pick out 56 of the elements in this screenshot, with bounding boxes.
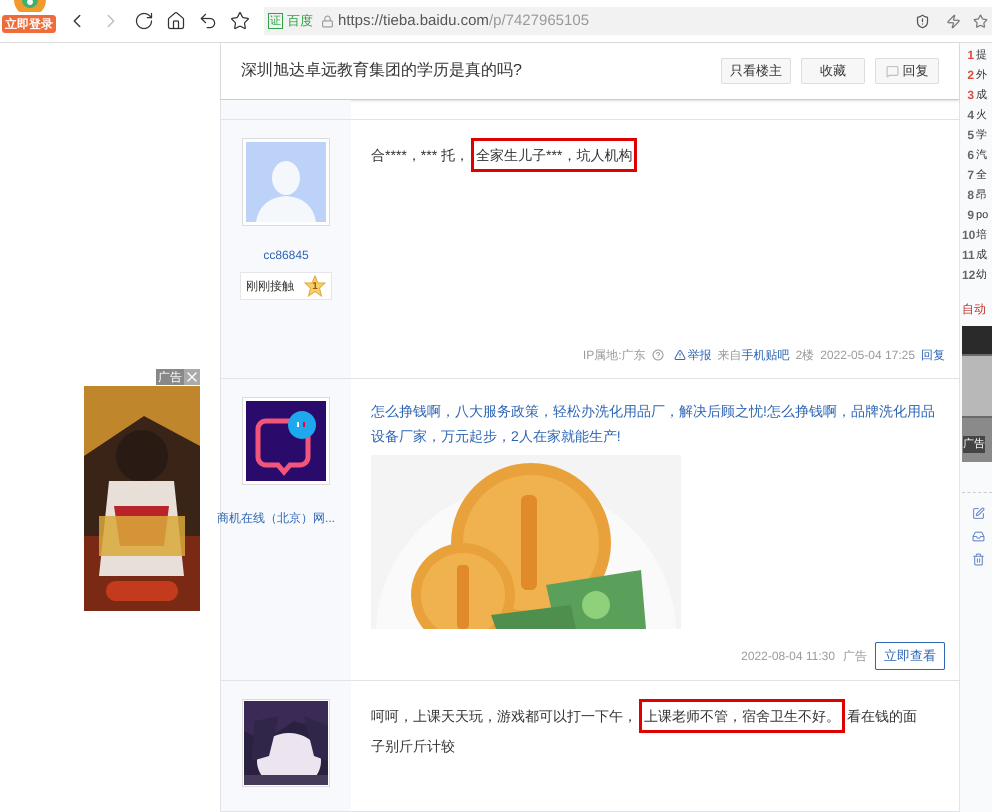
thread-button[interactable]: 只看楼主 [721, 58, 791, 84]
hot-topic-item[interactable]: 6 汽 [962, 146, 992, 164]
username-link[interactable]: cc86845 [263, 246, 309, 264]
help-icon[interactable] [652, 349, 664, 361]
source-text: 来自手机贴吧 [718, 347, 790, 364]
ip-location: IP属地:广东 [582, 347, 646, 364]
reload-icon[interactable] [134, 11, 154, 31]
hot-topic-item[interactable]: 5 学 [962, 126, 992, 144]
thread-title: 深圳旭达卓远教育集团的学历是真的吗? [241, 60, 523, 81]
username-link[interactable]: 商机在线（北京）网... [216, 509, 335, 527]
reply-button[interactable]: 回复 [875, 58, 939, 84]
inbox-icon[interactable] [972, 530, 985, 543]
post-time: 2022-08-04 11:30 [741, 648, 835, 665]
ad-label: 广告 [963, 436, 985, 452]
cert-badge: 证 [268, 13, 283, 29]
hot-topic-item[interactable]: 4 火 [962, 106, 992, 124]
auto-label: 自动 [962, 301, 987, 318]
ad-label: 广告 [156, 369, 184, 385]
hot-topic-item[interactable]: 3 成 [962, 86, 992, 104]
level-number: 1 [312, 280, 318, 294]
floor-number: 2楼 [796, 347, 814, 364]
ad-label: 广告 [843, 648, 867, 665]
comment-icon [886, 64, 898, 78]
hot-topic-item[interactable]: 1 提 [962, 46, 992, 64]
edit-icon[interactable] [972, 507, 985, 520]
hot-topic-item[interactable]: 8 昂 [962, 186, 992, 204]
shield-icon[interactable] [915, 14, 930, 28]
chat-logo-icon [246, 401, 326, 481]
undo-icon[interactable] [198, 11, 218, 31]
hot-topic-item[interactable]: 10培 [962, 226, 992, 244]
home-icon[interactable] [166, 11, 186, 31]
hot-topic-item[interactable]: 9 po [962, 206, 992, 224]
view-now-button[interactable]: 立即查看 [875, 642, 945, 670]
report-link[interactable]: 举报 [674, 346, 712, 364]
hot-topic-item[interactable]: 12幼 [962, 266, 992, 284]
hot-topic-item[interactable]: 11成 [962, 246, 992, 264]
hot-topic-item[interactable]: 2 外 [962, 66, 992, 84]
hot-topic-item[interactable]: 7 全 [962, 166, 992, 184]
post-time: 2022-05-04 17:25 [820, 347, 915, 364]
ad-text[interactable]: 怎么挣钱啊，八大服务政策，轻松办洗化用品厂，解决后顾之忧!怎么挣钱啊，品牌洗化用品设备厂家，万元起步，2人在家就能生产! [371, 399, 945, 449]
star-icon [304, 275, 326, 297]
url-text: https://tieba.baidu.com/p/7427965105 [338, 10, 590, 31]
warning-icon [674, 349, 686, 361]
lightning-icon[interactable] [946, 14, 961, 28]
post-text: 合****，*** 托， 全家生儿子***，坑人机构 [371, 140, 945, 170]
trash-icon[interactable] [972, 553, 985, 566]
default-avatar-icon [246, 142, 326, 222]
favorite-icon[interactable] [973, 14, 988, 28]
bookmark-icon[interactable] [230, 11, 250, 31]
thread-button[interactable]: 收藏 [801, 58, 865, 84]
reply-link[interactable]: 回复 [921, 346, 945, 364]
user-level-badge: 刚刚接触 1 [240, 272, 332, 300]
address-bar[interactable]: 证 百度 https://tieba.baidu.com/p/7427965105 [264, 7, 992, 35]
post-text: 呵呵，上课天天玩，游戏都可以打一下午， 上课老师不管，宿舍卫生不好。 看在钱的面子别斤斤计较 [371, 701, 945, 761]
cert-issuer: 百度 [287, 12, 313, 30]
close-icon[interactable] [184, 369, 200, 385]
